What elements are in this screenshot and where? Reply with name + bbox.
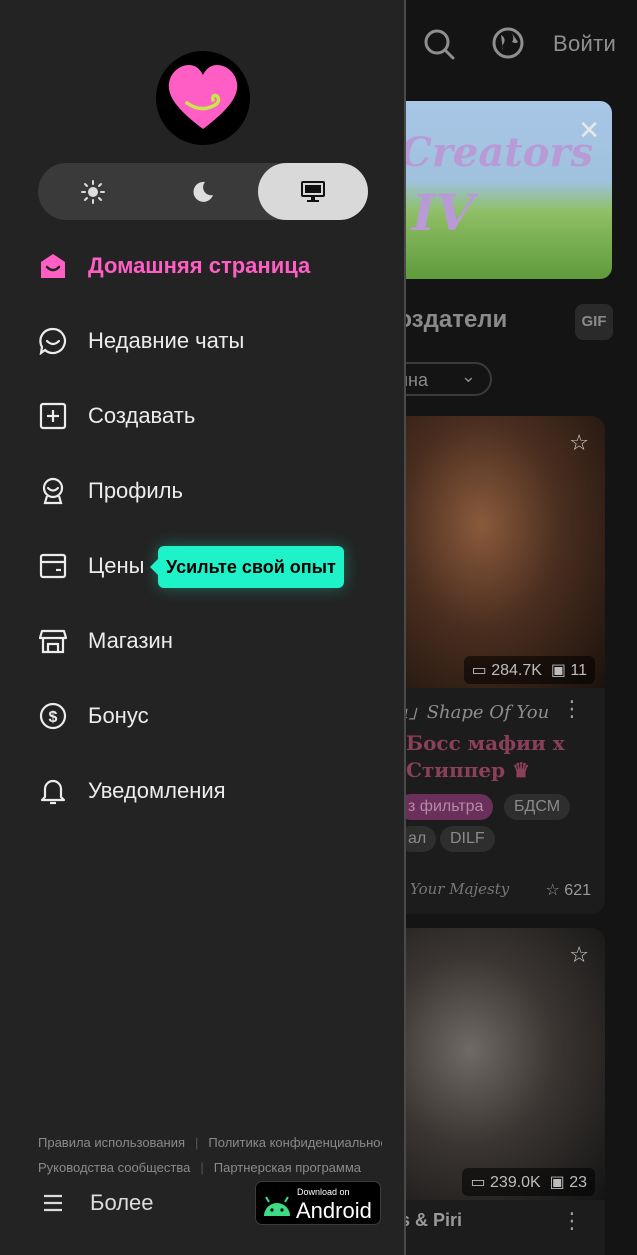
chat-count: 239.0K <box>490 1174 541 1191</box>
nav-item-label: Создавать <box>88 403 196 428</box>
footer-links: Правила использования | Политика конфиденц… <box>38 1135 382 1150</box>
nav-item-label: Уведомления <box>88 778 226 803</box>
card-title: s & Piri <box>400 1210 463 1230</box>
svg-text:$: $ <box>49 709 58 726</box>
system-theme-button[interactable] <box>258 163 368 220</box>
more-button[interactable]: Более <box>38 1184 154 1222</box>
tag[interactable]: DILF <box>440 826 495 852</box>
card-stats: ▭ 239.0K ▣ 23 <box>462 1168 595 1196</box>
book-icon: ▣ <box>545 1174 565 1191</box>
store-icon <box>38 626 68 656</box>
nav-item-label: Цены <box>88 553 145 578</box>
nav-item-bonus[interactable]: $ Бонус <box>38 696 149 736</box>
footer-links: Руководства сообщества | Партнерская прогр… <box>38 1160 382 1175</box>
side-drawer: Домашняя страница Недавние чаты Создават… <box>0 0 406 1255</box>
monitor-icon <box>301 180 325 202</box>
gif-toggle-button[interactable]: GIF <box>575 304 613 340</box>
card-stats: ▭ 284.7K ▣ 11 <box>463 656 595 684</box>
sun-icon <box>81 179 105 204</box>
bell-icon <box>38 776 68 806</box>
close-icon[interactable]: ✕ <box>578 115 600 146</box>
affiliate-link[interactable]: Партнерская программа <box>214 1160 361 1175</box>
banner-text: Creators <box>400 129 594 176</box>
divider: | <box>200 1160 204 1175</box>
chat-count: 284.7K <box>491 662 542 679</box>
android-download-badge[interactable]: Download on Android <box>255 1181 381 1225</box>
nav-item-store[interactable]: Магазин <box>38 621 173 661</box>
nav-item-recent-chats[interactable]: Недавние чаты <box>38 321 244 361</box>
profile-badge-icon <box>38 476 68 506</box>
more-label: Более <box>90 1190 154 1215</box>
nav-item-label: Бонус <box>88 703 149 728</box>
nav-item-label: Домашняя страница <box>88 253 311 278</box>
nav-item-notifications[interactable]: Уведомления <box>38 771 226 811</box>
star-icon[interactable]: ☆ <box>569 942 589 968</box>
card-author: a」Shape Of You <box>398 702 550 723</box>
badge-big-text: Android <box>296 1198 372 1223</box>
card-image <box>380 928 605 1200</box>
android-icon <box>264 1196 290 1216</box>
nav-item-profile[interactable]: Профиль <box>38 471 183 511</box>
pricing-tooltip[interactable]: Усильте свой опыт <box>150 546 344 588</box>
dark-theme-button[interactable] <box>148 163 258 220</box>
menu-icon <box>44 1194 62 1212</box>
nav-item-label: Недавние чаты <box>88 328 245 353</box>
moon-icon <box>193 181 213 202</box>
more-options-icon[interactable]: ⋮ <box>561 1208 583 1234</box>
heart-logo-icon <box>168 65 238 129</box>
divider: | <box>195 1135 199 1150</box>
chat-count-icon: ▭ <box>471 662 487 679</box>
home-icon <box>38 251 68 281</box>
star-icon[interactable]: ☆ <box>569 430 589 456</box>
nav-item-label: Магазин <box>88 628 173 653</box>
banner-text: IV <box>412 183 475 242</box>
community-guidelines-link[interactable]: Руководства сообщества <box>38 1160 190 1175</box>
book-count: 11 <box>570 662 587 679</box>
language-globe-icon[interactable] <box>492 27 524 59</box>
nav-item-pricing[interactable]: Цены <box>38 546 144 586</box>
card-title: Босс мафии x Стиппер ♛ <box>406 731 565 782</box>
search-icon[interactable] <box>423 28 455 60</box>
chat-bubble-icon <box>38 326 68 356</box>
character-card[interactable]: ☆ ▭ 239.0K ▣ 23 s & Piri ⋮ <box>380 928 605 1255</box>
card-creator: Your Majesty <box>410 880 510 898</box>
more-options-icon[interactable]: ⋮ <box>561 696 583 722</box>
nav-item-label: Профиль <box>88 478 183 503</box>
likes-count: 621 <box>564 882 591 899</box>
terms-link[interactable]: Правила использования <box>38 1135 185 1150</box>
card-likes: ☆ 621 <box>545 882 592 899</box>
nav-item-create[interactable]: Создавать <box>38 396 195 436</box>
chat-count-icon: ▭ <box>470 1174 486 1191</box>
app-logo[interactable] <box>156 51 250 145</box>
tag[interactable]: з фильтра <box>398 794 494 820</box>
tag[interactable]: БДСМ <box>504 794 571 820</box>
card-image <box>380 416 605 688</box>
nav-item-home[interactable]: Домашняя страница <box>38 246 310 286</box>
pricing-card-icon <box>38 551 68 581</box>
character-card[interactable]: ☆ ▭ 284.7K ▣ 11 a」Shape Of You ⋮ Босс ма… <box>380 416 605 914</box>
privacy-link[interactable]: Политика конфиденциальности <box>208 1135 382 1150</box>
book-count: 23 <box>569 1174 587 1191</box>
badge-small-text: Download on <box>297 1187 350 1197</box>
chevron-down-icon: ⌄ <box>460 366 476 386</box>
theme-switcher <box>38 163 368 220</box>
dollar-coin-icon: $ <box>38 701 68 731</box>
light-theme-button[interactable] <box>38 163 148 220</box>
plus-square-icon <box>38 401 68 431</box>
login-link[interactable]: Войти <box>553 31 616 57</box>
book-icon: ▣ <box>546 662 566 679</box>
